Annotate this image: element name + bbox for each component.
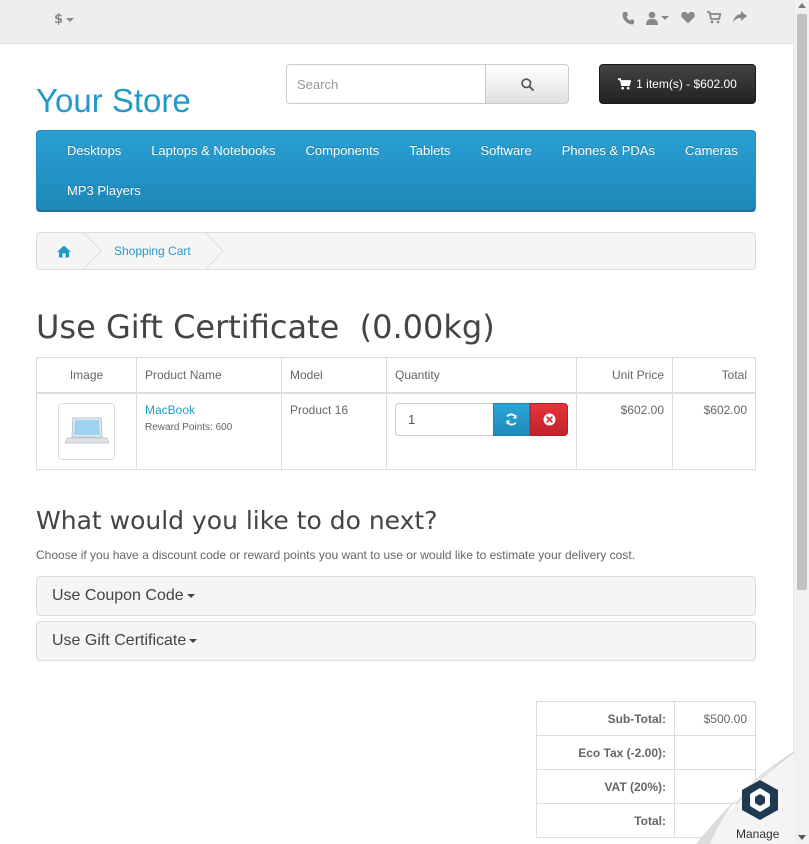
- quantity-group: [395, 402, 568, 436]
- menu-item-desktops[interactable]: Desktops: [52, 131, 136, 171]
- search-button[interactable]: [485, 64, 569, 104]
- quantity-input[interactable]: [395, 402, 493, 436]
- page-title: Use Gift Certificate (0.00kg): [36, 308, 495, 346]
- menu-item-laptops[interactable]: Laptops & Notebooks: [136, 131, 290, 171]
- breadcrumb: Shopping Cart: [36, 232, 756, 270]
- user-icon[interactable]: [646, 11, 669, 25]
- column-header-product-name: Product Name: [136, 357, 282, 394]
- subtotal-label: Sub-Total:: [536, 701, 675, 736]
- currency-selector[interactable]: $: [54, 12, 75, 27]
- subtotal-value: $500.00: [674, 701, 756, 736]
- currency-symbol: $: [54, 12, 64, 27]
- reward-points: Reward Points: 600: [145, 421, 233, 433]
- category-menu: Desktops Laptops & Notebooks Components …: [36, 130, 756, 212]
- chevron-down-icon: [189, 638, 198, 643]
- share-icon[interactable]: [733, 11, 747, 25]
- top-bar: $: [0, 0, 793, 44]
- column-header-total: Total: [672, 357, 756, 394]
- product-thumbnail[interactable]: [58, 402, 115, 460]
- vat-label: VAT (20%):: [536, 769, 675, 804]
- search-input[interactable]: [286, 64, 485, 104]
- chevron-down-icon: [186, 593, 195, 598]
- cart-button[interactable]: 1 item(s) - $602.00: [599, 64, 756, 104]
- top-links: [622, 11, 747, 25]
- model-cell: Product 16: [281, 392, 387, 470]
- table-row: Sub-Total: $500.00: [536, 701, 756, 736]
- scrollbar[interactable]: [793, 0, 809, 844]
- menu-item-tablets[interactable]: Tablets: [394, 131, 465, 171]
- breadcrumb-separator: [205, 233, 224, 269]
- cart-icon: [618, 78, 632, 90]
- unit-price-cell: $602.00: [576, 392, 673, 470]
- cart-table: Image Product Name Model Quantity Unit P…: [36, 357, 756, 470]
- product-image-cell: [36, 392, 137, 470]
- gift-certificate-panel[interactable]: Use Gift Certificate: [36, 621, 756, 661]
- chevron-down-icon: [66, 17, 75, 22]
- gift-certificate-label: Use Gift Certificate: [52, 632, 187, 649]
- menu-item-phones[interactable]: Phones & PDAs: [547, 131, 670, 171]
- heart-icon[interactable]: [681, 11, 695, 25]
- next-steps-description: Choose if you have a discount code or re…: [36, 548, 635, 562]
- column-header-model: Model: [281, 357, 387, 394]
- coupon-code-panel[interactable]: Use Coupon Code: [36, 576, 756, 616]
- remove-icon: [543, 413, 555, 425]
- table-header-row: Image Product Name Model Quantity Unit P…: [36, 357, 756, 394]
- menu-item-software[interactable]: Software: [465, 131, 546, 171]
- cart-button-label: 1 item(s) - $602.00: [636, 77, 737, 91]
- menu-item-cameras[interactable]: Cameras: [670, 131, 753, 171]
- home-icon[interactable]: [57, 243, 71, 262]
- product-name-cell: MacBook Reward Points: 600: [136, 392, 282, 470]
- chevron-down-icon: [661, 16, 669, 20]
- store-logo[interactable]: Your Store: [36, 82, 191, 120]
- scroll-up-icon[interactable]: [798, 3, 806, 8]
- column-header-image: Image: [36, 357, 137, 394]
- laptop-image: [64, 417, 109, 444]
- menu-item-components[interactable]: Components: [291, 131, 395, 171]
- column-header-quantity: Quantity: [386, 357, 577, 394]
- total-cell: $602.00: [672, 392, 756, 470]
- coupon-code-label: Use Coupon Code: [52, 587, 184, 604]
- table-row: MacBook Reward Points: 600 Product 16 $6…: [36, 392, 756, 470]
- remove-button[interactable]: [530, 402, 568, 436]
- column-header-unit-price: Unit Price: [576, 357, 673, 394]
- phone-icon[interactable]: [622, 11, 634, 25]
- breadcrumb-shopping-cart[interactable]: Shopping Cart: [114, 244, 191, 258]
- scrollbar-thumb[interactable]: [797, 14, 807, 590]
- total-label: Total:: [536, 803, 675, 838]
- eco-tax-label: Eco Tax (-2.00):: [536, 735, 675, 770]
- menu-item-mp3-players[interactable]: MP3 Players: [52, 171, 156, 211]
- next-steps-title: What would you like to do next?: [36, 506, 438, 535]
- search-icon: [520, 77, 534, 91]
- breadcrumb-separator: [83, 233, 102, 269]
- product-name-link[interactable]: MacBook: [145, 403, 273, 417]
- cart-icon[interactable]: [707, 11, 721, 25]
- search-bar: [286, 64, 569, 104]
- manage-label[interactable]: Manage: [736, 827, 779, 841]
- scroll-down-icon[interactable]: [798, 835, 806, 840]
- refresh-icon: [506, 413, 517, 425]
- quantity-cell: [386, 392, 577, 470]
- update-button[interactable]: [493, 402, 530, 436]
